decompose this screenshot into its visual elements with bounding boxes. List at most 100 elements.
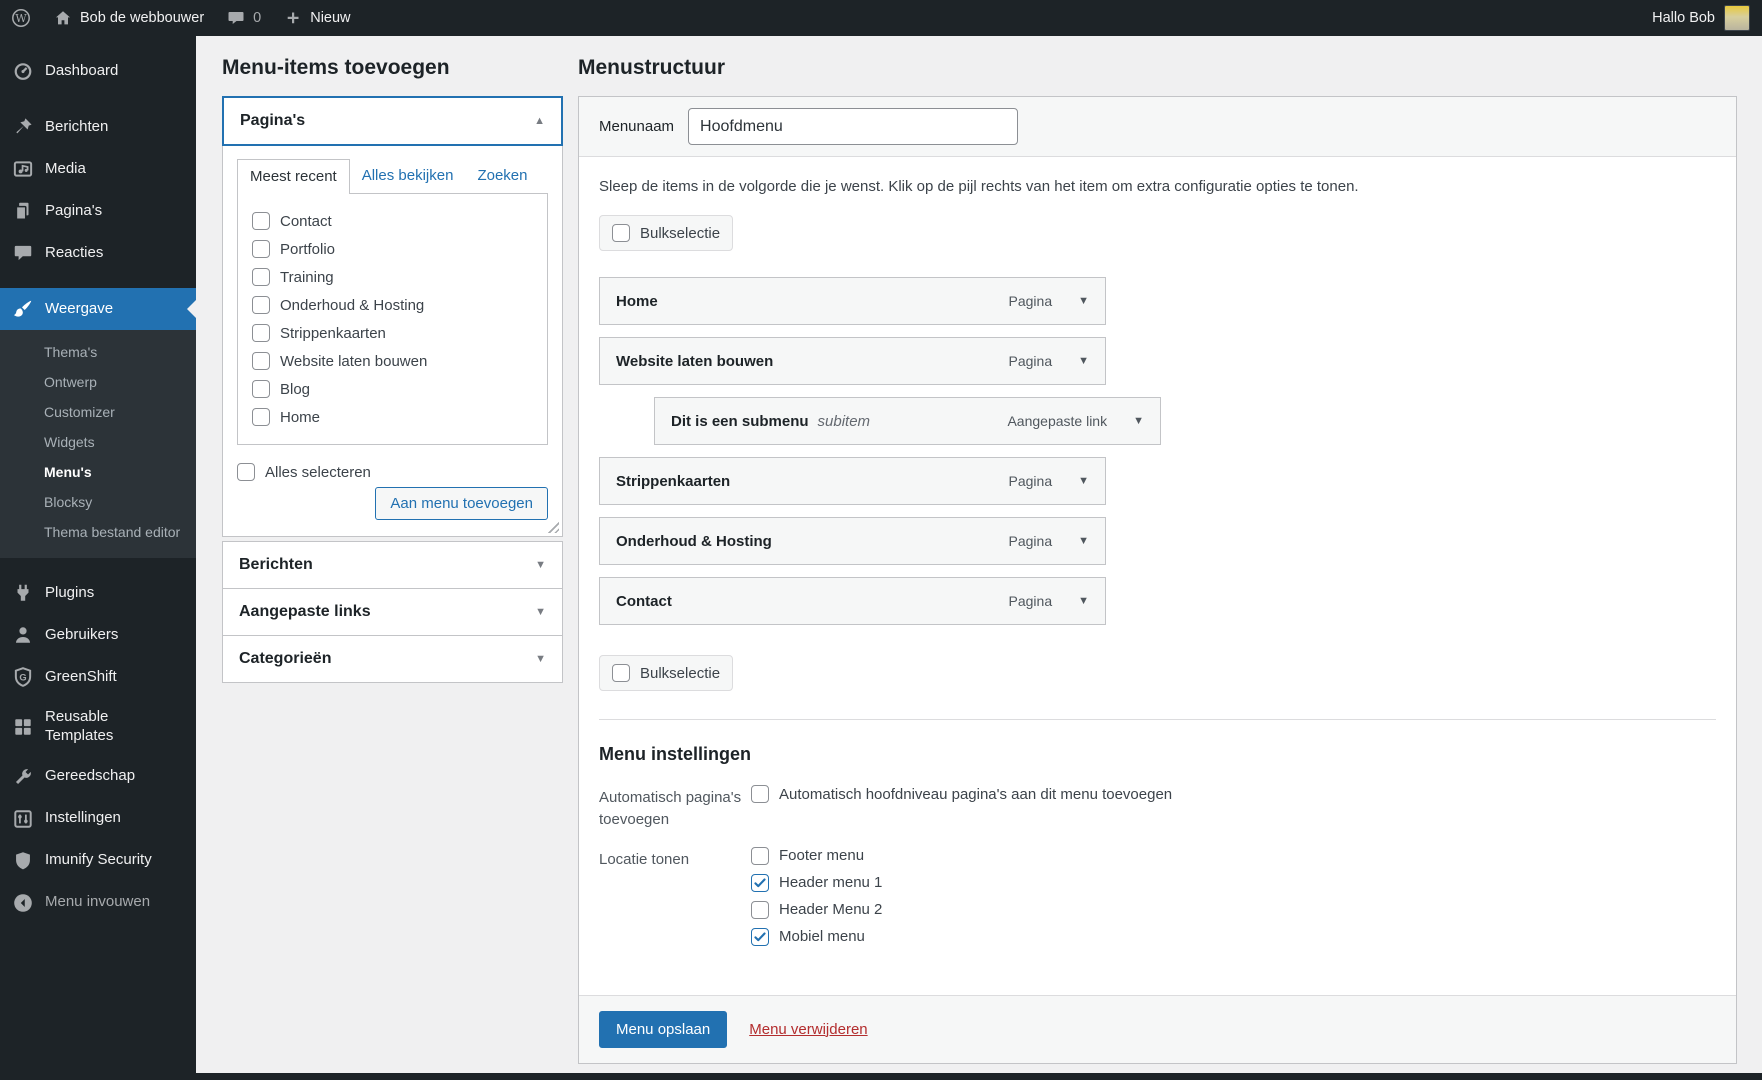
menu-item-contact[interactable]: Contact Pagina▼ [599,577,1106,625]
pages-tabs: Meest recent Alles bekijken Zoeken [237,158,548,193]
accordion-paginas-body: Meest recent Alles bekijken Zoeken Conta… [222,146,563,537]
location-footer-checkbox[interactable] [751,847,769,865]
sidebar-label: Reacties [45,244,103,263]
location-label: Header Menu 2 [779,901,882,918]
page-checkbox[interactable] [252,268,270,286]
chevron-down-icon[interactable]: ▼ [1078,596,1089,607]
accordion-paginas-header[interactable]: Pagina's ▲ [222,96,563,146]
accordion-aangepaste-links-label: Aangepaste links [239,603,371,621]
tab-alles-bekijken[interactable]: Alles bekijken [350,159,466,193]
select-all-row: Alles selecteren [237,463,548,481]
page-checkbox[interactable] [252,408,270,426]
bottom-edge-strip [0,1073,1762,1080]
menu-structure-column: Menustructuur Menunaam Sleep de items in… [578,56,1737,1064]
chevron-down-icon[interactable]: ▼ [1078,356,1089,367]
sidebar-item-berichten[interactable]: Berichten [0,106,196,148]
page-label: Training [280,269,334,286]
comments-shortcut[interactable]: 0 [215,0,272,36]
wordpress-logo-menu[interactable]: W [0,0,42,36]
admin-bar-account[interactable]: Hallo Bob [1652,5,1762,31]
sidebar-item-plugins[interactable]: Plugins [0,572,196,614]
menu-item-title: Home [616,293,658,310]
location-label: Footer menu [779,847,864,864]
pages-checklist: Contact Portfolio Training Onderhoud & H… [237,193,548,445]
sidebar-item-imunify-security[interactable]: Imunify Security [0,840,196,882]
appearance-submenu: Thema's Ontwerp Customizer Widgets Menu'… [0,330,196,558]
menu-item-strippenkaarten[interactable]: Strippenkaarten Pagina▼ [599,457,1106,505]
page-checkbox[interactable] [252,352,270,370]
admin-bar-left: W Bob de webbouwer 0 Nieuw [0,0,362,36]
add-to-menu-button[interactable]: Aan menu toevoegen [375,487,548,520]
bulk-select-checkbox[interactable] [612,664,630,682]
accordion-categorieen[interactable]: Categorieën ▼ [222,635,563,683]
sidebar-item-reusable-templates[interactable]: Reusable Templates [0,698,196,756]
checkmark-icon [753,930,767,944]
main-content: Menu-items toevoegen Pagina's ▲ Meest re… [196,36,1762,1080]
sidebar-item-weergave[interactable]: Weergave [0,288,196,330]
list-item: Contact [238,207,547,235]
auto-add-checkbox[interactable] [751,785,769,803]
chevron-down-icon[interactable]: ▼ [1133,416,1144,427]
sidebar-item-reacties[interactable]: Reacties [0,232,196,274]
select-all-checkbox[interactable] [237,463,255,481]
submenu-themas[interactable]: Thema's [0,337,196,367]
chevron-down-icon[interactable]: ▼ [1078,296,1089,307]
home-icon [53,8,73,28]
new-content-menu[interactable]: Nieuw [272,0,361,36]
list-item: Blog [238,375,547,403]
site-name: Bob de webbouwer [80,10,204,26]
sidebar-item-greenshift[interactable]: G GreenShift [0,656,196,698]
menu-item-website-laten-bouwen[interactable]: Website laten bouwen Pagina▼ [599,337,1106,385]
page-label: Onderhoud & Hosting [280,297,424,314]
sidebar-item-instellingen[interactable]: Instellingen [0,798,196,840]
page-checkbox[interactable] [252,296,270,314]
submenu-menus[interactable]: Menu's [0,457,196,487]
accordion-aangepaste-links[interactable]: Aangepaste links ▼ [222,588,563,636]
plus-icon [283,8,303,28]
menu-item-home[interactable]: Home Pagina ▼ [599,277,1106,325]
delete-menu-link[interactable]: Menu verwijderen [749,1021,867,1038]
chevron-down-icon[interactable]: ▼ [1078,536,1089,547]
bulk-select-checkbox[interactable] [612,224,630,242]
submenu-ontwerp[interactable]: Ontwerp [0,367,196,397]
location-header2-checkbox[interactable] [751,901,769,919]
collapse-menu-button[interactable]: Menu invouwen [0,882,196,924]
sidebar-item-gereedschap[interactable]: Gereedschap [0,756,196,798]
submenu-customizer[interactable]: Customizer [0,397,196,427]
location-mobiel-checkbox[interactable] [751,928,769,946]
page-checkbox[interactable] [252,212,270,230]
add-to-menu-row: Aan menu toevoegen [237,487,548,520]
submenu-widgets[interactable]: Widgets [0,427,196,457]
sidebar-item-media[interactable]: Media [0,148,196,190]
sidebar-label: Reusable Templates [45,708,167,746]
visit-site-link[interactable]: Bob de webbouwer [42,0,215,36]
menu-item-type: Aangepaste link [1007,413,1107,429]
menu-item-onderhoud-hosting[interactable]: Onderhoud & Hosting Pagina▼ [599,517,1106,565]
sidebar-item-gebruikers[interactable]: Gebruikers [0,614,196,656]
sidebar-label: GreenShift [45,668,117,687]
tab-meest-recent[interactable]: Meest recent [237,159,350,194]
accordion-berichten[interactable]: Berichten ▼ [222,541,563,589]
menu-item-type: Pagina [1009,293,1053,309]
menu-name-input[interactable] [688,108,1018,145]
chevron-down-icon[interactable]: ▼ [1078,476,1089,487]
comment-bubble-icon [226,8,246,28]
page-checkbox[interactable] [252,380,270,398]
admin-bar: W Bob de webbouwer 0 Nieuw Hallo Bob [0,0,1762,36]
resize-handle[interactable] [545,519,559,533]
menu-item-title: Onderhoud & Hosting [616,533,772,550]
sidebar-item-paginas[interactable]: Pagina's [0,190,196,232]
page-label: Home [280,409,320,426]
comments-icon [12,242,34,264]
sidebar-item-dashboard[interactable]: Dashboard [0,50,196,92]
submenu-thema-bestand-editor[interactable]: Thema bestand editor [0,517,196,547]
menu-item-submenu[interactable]: Dit is een submenusubitem Aangepaste lin… [654,397,1161,445]
tab-zoeken[interactable]: Zoeken [465,159,539,193]
add-menu-items-column: Menu-items toevoegen Pagina's ▲ Meest re… [222,56,563,683]
page-checkbox[interactable] [252,324,270,342]
sidebar-label: Imunify Security [45,851,152,870]
page-checkbox[interactable] [252,240,270,258]
location-header1-checkbox[interactable] [751,874,769,892]
submenu-blocksy[interactable]: Blocksy [0,487,196,517]
save-menu-button[interactable]: Menu opslaan [599,1011,727,1048]
